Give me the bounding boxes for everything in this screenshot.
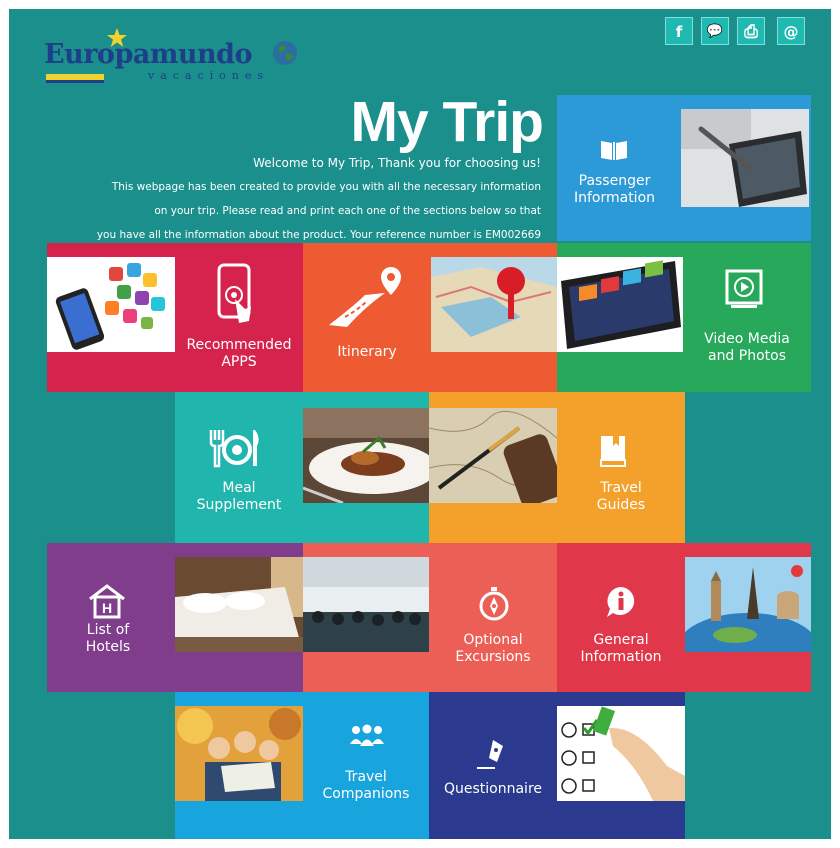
tile-label-line1: Itinerary	[337, 344, 397, 360]
tile-label-line1: Passenger	[578, 173, 651, 189]
tile-itinerary[interactable]: Itinerary	[303, 243, 557, 392]
intro-line-3: you have all the information about the p…	[96, 229, 541, 241]
tile-label-line1: Questionnaire	[443, 781, 543, 797]
globe-icon	[273, 41, 297, 65]
print-icon[interactable]: ⎙	[737, 17, 765, 45]
tile-label-line1: Travel	[600, 480, 642, 496]
tablet-photo	[557, 257, 683, 352]
chat-icon[interactable]: 💬	[701, 17, 729, 45]
touch-phone-icon	[217, 263, 251, 323]
tile-meal-supplement[interactable]: Meal Supplement	[175, 392, 429, 543]
world-landmarks-photo	[685, 557, 811, 652]
tile-label-line2: Excursions	[455, 649, 531, 665]
page-frame: Europamundo vacaciones f 💬 ⎙ @ My Trip W…	[9, 9, 831, 839]
tablet-laptop-photo	[681, 109, 809, 207]
tile-label-line2: Information	[573, 190, 656, 206]
tile-label-line1: List of	[86, 622, 130, 638]
intro-line-1: This webpage has been created to provide…	[111, 181, 541, 193]
guide-book-icon	[600, 436, 626, 467]
tile-label-line1: General	[593, 632, 649, 648]
video-play-icon	[725, 269, 763, 308]
compass-icon	[479, 587, 509, 621]
page-title: My Trip	[350, 90, 544, 154]
tile-label-line2: Hotels	[85, 639, 131, 655]
tile-label-line2: APPS	[221, 354, 257, 370]
tile-recommended-apps[interactable]: Recommended APPS	[47, 243, 303, 392]
tile-label-line2: Companions	[322, 786, 410, 802]
facebook-icon[interactable]: f	[665, 17, 693, 45]
tile-optional-excursions[interactable]: Optional Excursions	[303, 543, 557, 692]
welcome-text: Welcome to My Trip, Thank you for choosi…	[253, 156, 541, 170]
svg-text:H: H	[102, 600, 112, 616]
tile-label-line1: Meal	[222, 480, 256, 496]
map-pen-photo	[429, 408, 557, 503]
tile-general-information[interactable]: General Information	[557, 543, 811, 692]
survey-checklist-photo	[557, 706, 685, 801]
tile-label-line2: and Photos	[707, 348, 787, 364]
pen-nib-icon	[477, 740, 503, 769]
map-pushpin-photo	[431, 257, 557, 352]
tile-label-line1: Travel	[345, 769, 387, 785]
logo-subtitle: vacaciones	[148, 69, 270, 82]
tile-label-line2: Supplement	[196, 497, 282, 513]
info-icon	[607, 587, 635, 617]
waterfall-crowd-photo	[303, 557, 429, 652]
smartphone-apps-photo	[47, 257, 175, 352]
email-icon[interactable]: @	[777, 17, 805, 45]
tile-video-media[interactable]: Video Media and Photos	[557, 243, 811, 392]
plate-cutlery-icon	[209, 430, 259, 468]
hotel-room-photo	[175, 557, 303, 652]
tile-questionnaire[interactable]: Questionnaire	[429, 692, 685, 839]
road-pin-icon	[329, 267, 401, 327]
tile-label-line1: Optional	[463, 632, 523, 648]
tile-label-line2: Guides	[596, 497, 646, 513]
group-people-icon	[350, 724, 384, 746]
logo-text: Europamundo	[44, 39, 253, 70]
logo-blue-bar	[46, 80, 104, 83]
tile-travel-companions[interactable]: Travel Companions	[175, 692, 429, 839]
tile-label-line1: Recommended	[186, 337, 292, 353]
companions-photo	[175, 706, 303, 801]
hotel-icon: H	[89, 584, 125, 619]
book-icon	[601, 141, 627, 160]
tile-label-line2: Information	[580, 649, 662, 665]
tile-passenger-information[interactable]: Passenger Information	[557, 95, 811, 241]
intro-line-2: on your trip. Please read and print each…	[154, 205, 541, 217]
europamundo-logo[interactable]: Europamundo vacaciones	[44, 27, 314, 87]
food-plate-photo	[303, 408, 429, 503]
tile-list-of-hotels[interactable]: H List of Hotels	[47, 543, 303, 692]
tile-label-line1: Video Media	[704, 331, 790, 347]
tile-travel-guides[interactable]: Travel Guides	[429, 392, 685, 543]
